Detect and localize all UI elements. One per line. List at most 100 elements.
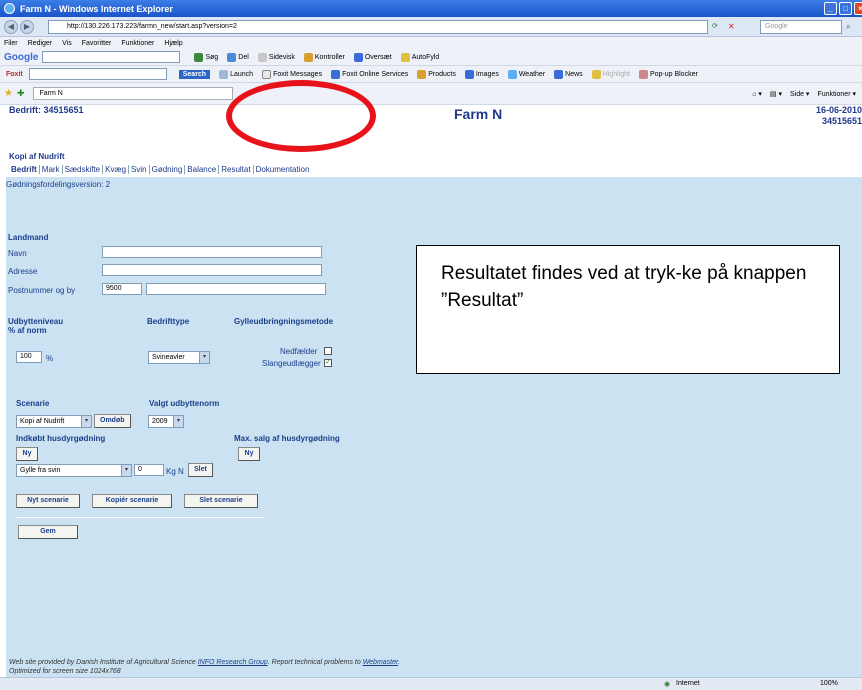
foxit-highlight[interactable]: Highlight xyxy=(591,69,630,79)
tab-farm-n[interactable]: Farm N xyxy=(32,87,233,100)
nedfaelder-checkbox[interactable] xyxy=(324,347,332,355)
instruction-callout: Resultatet findes ved at tryk-ke på knap… xyxy=(416,245,840,374)
foxit-messages[interactable]: Foxit Messages xyxy=(262,69,322,79)
foxit-news[interactable]: News xyxy=(554,69,583,79)
nav-svin[interactable]: Svin xyxy=(129,165,150,174)
refresh-icon[interactable]: ⟳ xyxy=(712,22,718,30)
bedrifttype-select[interactable]: Svineavler ▾ xyxy=(148,351,210,364)
adresse-input[interactable] xyxy=(102,264,322,276)
menu-help[interactable]: Hjælp xyxy=(164,40,182,47)
zoom-level[interactable]: 100% xyxy=(820,680,838,687)
page-footer: Web site provided by Danish Institute of… xyxy=(9,658,400,676)
tab-tools-menu[interactable]: Funktioner ▾ xyxy=(817,90,856,98)
divider xyxy=(16,517,264,518)
gylle-method-label: Gylleudbringningsmetode xyxy=(234,317,334,326)
google-translate-button[interactable]: Oversæt xyxy=(353,52,392,62)
date-id-text: 34515651 xyxy=(821,116,862,126)
google-search-input[interactable] xyxy=(42,51,181,63)
footer-text-b: . Report technical problems to xyxy=(267,659,363,666)
slet-button[interactable]: Slet xyxy=(188,463,213,477)
nyt-scenarie-button[interactable]: Nyt scenarie xyxy=(16,494,80,508)
maximize-button[interactable]: □ xyxy=(839,2,852,15)
highlight-ellipse xyxy=(226,80,376,152)
kopier-scenarie-button[interactable]: Kopiér scenarie xyxy=(92,494,172,508)
menu-bar: Filer Rediger Vis Favoritter Funktioner … xyxy=(0,37,862,49)
nav-balance[interactable]: Balance xyxy=(185,165,220,174)
gylle-amount-input[interactable]: 0 xyxy=(134,464,164,476)
info-research-link[interactable]: INFO Research Group xyxy=(198,659,268,666)
menu-tools[interactable]: Funktioner xyxy=(121,40,154,47)
menu-view[interactable]: Vis xyxy=(62,40,72,47)
google-share-button[interactable]: Del xyxy=(227,52,249,62)
address-bar[interactable]: http://130.226.173.223/farmn_new/start.a… xyxy=(48,20,708,34)
google-autofill-button[interactable]: AutoFyld xyxy=(400,52,439,62)
foxit-logo: Foxit xyxy=(6,70,23,78)
slangeudlaegger-label: Slangeudlægger xyxy=(262,359,321,368)
search-input[interactable]: Google xyxy=(760,20,842,34)
google-search-button[interactable]: Søg xyxy=(194,52,218,62)
google-logo: Google xyxy=(4,51,39,63)
google-toolbar: Google Søg Del Sidevisk Kontroller Overs… xyxy=(0,49,862,66)
favorites-star-icon[interactable]: ★ xyxy=(4,88,13,99)
landmand-heading: Landmand xyxy=(8,233,49,242)
version-line: Gødningsfordelingsversion: 2 xyxy=(6,180,111,189)
ie-logo-icon xyxy=(4,3,15,14)
home-icon[interactable]: ⌂ ▾ xyxy=(752,90,762,98)
close-button[interactable]: × xyxy=(854,2,862,15)
gylle-type-select[interactable]: Gylle fra svin ▾ xyxy=(16,464,132,477)
gem-button[interactable]: Gem xyxy=(18,525,78,539)
minimize-button[interactable]: _ xyxy=(824,2,837,15)
search-icon[interactable]: ⌕ xyxy=(846,21,851,32)
foxit-images[interactable]: Images xyxy=(464,69,499,79)
bedrift-id: Bedrift: 34515651 xyxy=(9,105,84,115)
menu-favorites[interactable]: Favoritter xyxy=(82,40,112,47)
tab-toolbar: ★ ✚ Farm N ⌂ ▾ ▤ ▾ Side ▾ Funktioner ▾ xyxy=(0,83,862,105)
window-titlebar: Farm N - Windows Internet Explorer _ □ × xyxy=(0,0,862,17)
foxit-search-input[interactable] xyxy=(28,68,167,80)
foxit-launch[interactable]: Launch xyxy=(219,69,253,79)
nav-resultat[interactable]: Resultat xyxy=(219,165,254,174)
forward-icon[interactable]: ▶ xyxy=(20,20,34,34)
foxit-products[interactable]: Products xyxy=(417,69,456,79)
foxit-online[interactable]: Foxit Online Services xyxy=(331,69,408,79)
foxit-search-button[interactable]: Search xyxy=(178,69,211,79)
scenarie-select[interactable]: Kopi af Nudrift ▾ xyxy=(16,415,92,428)
footer-text-a: Web site provided by Danish Institute of… xyxy=(9,659,198,666)
stop-icon[interactable]: ✕ xyxy=(728,22,735,31)
nav-kvaeg[interactable]: Kvæg xyxy=(103,165,130,174)
omdoeb-button[interactable]: Omdøb xyxy=(94,414,131,428)
foxit-popup-blocker[interactable]: Pop-up Blocker xyxy=(638,69,698,79)
address-toolbar: ◀ ▶ http://130.226.173.223/farmn_new/sta… xyxy=(0,17,862,37)
google-sidewiki-button[interactable]: Sidevisk xyxy=(257,52,295,62)
foxit-weather[interactable]: Weather xyxy=(507,69,545,79)
ny-indkoebt-button[interactable]: Ny xyxy=(16,447,38,461)
nav-dokumentation[interactable]: Dokumentation xyxy=(254,165,312,174)
nav-goedning[interactable]: Gødning xyxy=(149,165,186,174)
menu-edit[interactable]: Rediger xyxy=(28,40,53,47)
udbytte-pct: % xyxy=(46,354,54,363)
back-icon[interactable]: ◀ xyxy=(4,20,18,34)
internet-zone-icon: ◉ xyxy=(664,681,671,688)
scenarie-label: Scenarie xyxy=(16,399,50,408)
slangeudlaegger-checkbox[interactable]: ✓ xyxy=(324,359,332,367)
ny-salg-button[interactable]: Ny xyxy=(238,447,260,461)
kg-n-label: Kg N xyxy=(166,467,184,476)
add-favorites-icon[interactable]: ✚ xyxy=(17,88,25,99)
nav-bedrift[interactable]: Bedrift xyxy=(9,165,40,174)
udbytte-input[interactable]: 100 xyxy=(16,351,42,363)
menu-file[interactable]: Filer xyxy=(4,40,18,47)
postnummer-input[interactable]: 9500 xyxy=(102,283,142,295)
slet-scenarie-button[interactable]: Slet scenarie xyxy=(184,494,258,508)
webmaster-link[interactable]: Webmaster xyxy=(363,659,398,666)
tab-side-menu[interactable]: Side ▾ xyxy=(790,90,809,98)
nedfaelder-label: Nedfælder xyxy=(280,347,318,356)
nav-saedskifte[interactable]: Sædskifte xyxy=(62,165,104,174)
by-input[interactable] xyxy=(146,283,326,295)
foxit-toolbar: Foxit Search Launch Foxit Messages Foxit… xyxy=(0,66,862,83)
google-check-button[interactable]: Kontroller xyxy=(303,52,345,62)
navn-input[interactable] xyxy=(102,246,322,258)
indkoebt-label: Indkøbt husdyrgødning xyxy=(16,434,106,443)
year-select[interactable]: 2009 ▾ xyxy=(148,415,184,428)
nav-mark[interactable]: Mark xyxy=(39,165,63,174)
print-icon[interactable]: ▤ ▾ xyxy=(770,90,782,98)
